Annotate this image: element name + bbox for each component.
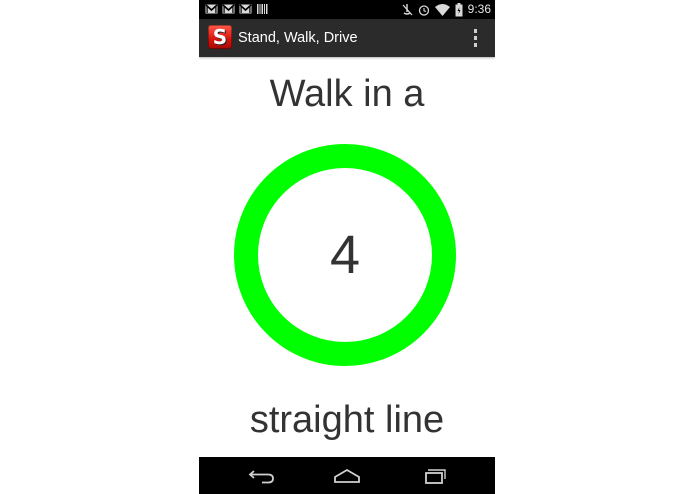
phone-screen: 9:36 S Stand, Walk, Drive Walk in a 4 st… (199, 0, 495, 494)
barcode-icon (257, 4, 268, 14)
countdown-ring: 4 (234, 144, 456, 366)
system-icons: 9:36 (402, 2, 491, 17)
mute-icon (402, 4, 413, 16)
countdown-number: 4 (329, 225, 361, 285)
overflow-menu-icon[interactable] (471, 29, 479, 47)
action-bar: S Stand, Walk, Drive (199, 19, 495, 57)
clock: 9:36 (467, 2, 491, 16)
status-bar: 9:36 (199, 0, 495, 19)
back-icon (248, 469, 274, 483)
notification-icons (205, 4, 269, 14)
app-icon[interactable]: S (208, 25, 232, 49)
gmail-icon (222, 4, 235, 14)
instruction-bottom: straight line (249, 399, 445, 441)
gmail-icon (239, 4, 252, 14)
gmail-icon (205, 4, 218, 14)
alarm-icon (418, 4, 429, 16)
back-button[interactable] (241, 463, 281, 488)
instruction-top: Walk in a (269, 73, 425, 115)
navigation-bar (199, 457, 495, 494)
battery-icon (455, 2, 463, 16)
home-button[interactable] (327, 463, 367, 488)
recents-button[interactable] (413, 463, 453, 488)
wifi-icon (434, 3, 450, 16)
app-title: Stand, Walk, Drive (238, 30, 358, 46)
home-icon (334, 468, 360, 483)
recents-icon (425, 468, 446, 484)
